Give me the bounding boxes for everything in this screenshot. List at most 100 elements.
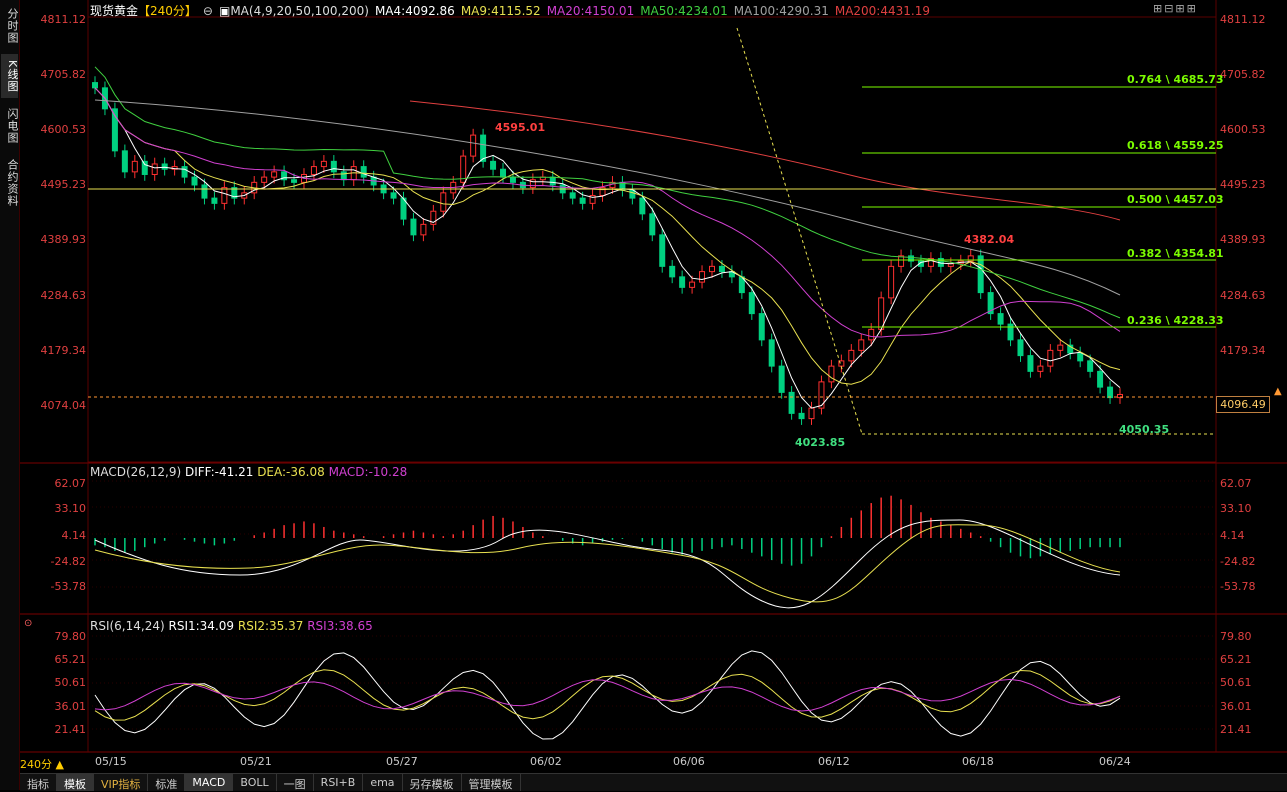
candle-body <box>977 255 984 294</box>
price-axis-label: 50.61 <box>1220 676 1252 689</box>
price-axis-label: 21.41 <box>1220 723 1252 736</box>
price-axis-label: 62.07 <box>1220 477 1252 490</box>
bottom-tab[interactable]: 指标 <box>20 774 57 791</box>
bottom-tab[interactable]: 标准 <box>148 774 186 791</box>
price-axis-label: 4495.23 <box>1220 178 1266 191</box>
rsi-3: RSI3:38.65 <box>307 619 373 633</box>
ma-header: 现货黄金【240分】 ⊖ ▣MA(4,9,20,50,100,200) MA4:409… <box>90 2 942 19</box>
candle-body <box>1027 355 1034 372</box>
candle-body <box>340 171 347 181</box>
bottom-tab[interactable]: VIP指标 <box>94 774 149 791</box>
price-axis-label: 79.80 <box>54 630 87 643</box>
candle-body <box>569 192 576 199</box>
fib-trend-line <box>736 27 863 435</box>
macd-diff-line <box>94 519 1121 609</box>
candle-body <box>659 234 666 267</box>
candle-body <box>490 160 497 170</box>
date-axis-label: 05/15 <box>95 755 127 768</box>
fib-level-label: 0.500 \ 4457.03 <box>1127 193 1224 206</box>
candle-body <box>211 197 218 204</box>
ma200-line <box>409 100 1121 221</box>
candle-body <box>221 187 228 204</box>
price-axis-label: 4705.82 <box>1220 68 1266 81</box>
bottom-tab[interactable]: 模板 <box>57 774 94 791</box>
price-axis-label: 21.41 <box>54 723 87 736</box>
price-axis-label: 4389.93 <box>40 233 87 246</box>
candle-body <box>360 166 367 178</box>
candle-body <box>868 328 875 341</box>
price-axis-label: 50.61 <box>54 676 87 689</box>
bottom-tab[interactable]: ema <box>363 774 403 791</box>
date-axis-label: 06/12 <box>818 755 850 768</box>
low-annotation-1: 4023.85 <box>795 436 846 449</box>
price-axis-label: 4811.12 <box>1220 13 1266 26</box>
chart-canvas[interactable] <box>0 0 1287 790</box>
high-annotation-1: 4595.01 <box>495 121 546 134</box>
candle-body <box>141 160 148 175</box>
price-axis-label: 79.80 <box>1220 630 1252 643</box>
candle-body <box>480 134 487 162</box>
rsi-title: RSI(6,14,24) <box>90 619 165 633</box>
window-tools[interactable]: ⊞⊟⊞⊞ <box>1153 2 1198 15</box>
price-axis-label: -24.82 <box>50 555 86 568</box>
candle-body <box>708 265 715 273</box>
price-axis-label: 65.21 <box>54 653 87 666</box>
period-selector[interactable]: 240分 ▲ <box>20 756 64 772</box>
candle-body <box>549 176 556 186</box>
candle-body <box>320 160 327 168</box>
price-axis-label: 33.10 <box>1220 502 1252 515</box>
circle-icon[interactable]: ⊖ <box>203 4 213 18</box>
candle-body <box>808 407 815 420</box>
candle-body <box>669 265 676 278</box>
ma-settings-icon[interactable]: ▣ <box>219 4 230 18</box>
candle-body <box>888 265 895 299</box>
bottom-tab[interactable]: RSI+B <box>314 774 364 791</box>
candle-body <box>768 339 775 367</box>
candle-body <box>121 150 128 173</box>
last-price-tag: 4096.49 <box>1216 396 1270 413</box>
price-axis-label: 4284.63 <box>1220 289 1266 302</box>
date-axis-label: 06/06 <box>673 755 705 768</box>
candle-body <box>997 313 1004 325</box>
price-axis-label: 4600.53 <box>1220 123 1266 136</box>
bottom-tab[interactable]: MACD <box>185 774 234 791</box>
date-axis-label: 05/27 <box>386 755 418 768</box>
candle-body <box>858 339 865 351</box>
candle-body <box>310 166 317 175</box>
candle-body <box>1007 323 1014 341</box>
bottom-tab[interactable]: 一图 <box>277 774 314 791</box>
rsi-header: RSI(6,14,24) RSI1:34.09 RSI2:35.37 RSI3:… <box>90 619 373 633</box>
price-axis-label: 4.14 <box>61 529 87 542</box>
price-axis-label: -24.82 <box>1220 555 1256 568</box>
macd-diff: DIFF:-41.21 <box>184 465 254 479</box>
price-axis-label: -53.78 <box>50 580 86 593</box>
candle-body <box>1087 360 1094 372</box>
candle-body <box>330 160 337 173</box>
candle-body <box>500 168 507 178</box>
price-axis-label: 4074.04 <box>40 399 87 412</box>
candle-body <box>390 192 397 199</box>
rsi-1: RSI1:34.09 <box>168 619 235 633</box>
bottom-tab[interactable]: 管理模板 <box>462 774 521 791</box>
candle-body <box>410 218 417 236</box>
price-axis-label: 36.01 <box>1220 700 1252 713</box>
candle-body <box>1107 386 1114 399</box>
bottom-tab[interactable]: BOLL <box>233 774 277 791</box>
bottom-tab[interactable]: 另存模板 <box>403 774 462 791</box>
rsi-settings-icon[interactable]: ⊙ <box>24 618 32 629</box>
fib-level-label: 0.382 \ 4354.81 <box>1127 247 1224 260</box>
candle-body <box>191 176 198 186</box>
chart-app: 分时图 K线图 闪电图 合约资料 现货黄金【240分】 ⊖ ▣MA(4,9,20,5… <box>0 0 1287 791</box>
candle-body <box>1037 365 1044 372</box>
price-axis-label: 36.01 <box>54 700 87 713</box>
macd-dea: DEA:-36.08 <box>257 465 325 479</box>
price-axis-label: -53.78 <box>1220 580 1256 593</box>
high-annotation-2: 4382.04 <box>964 233 1015 246</box>
macd-value: MACD:-10.28 <box>328 465 408 479</box>
candle-body <box>579 197 586 204</box>
ma20-line <box>94 87 1121 338</box>
price-axis-label: 4.14 <box>1220 529 1245 542</box>
macd-header: MACD(26,12,9) DIFF:-41.21 DEA:-36.08 MAC… <box>90 465 407 479</box>
fib-level-label: 0.236 \ 4228.33 <box>1127 314 1224 327</box>
candle-body <box>798 412 805 420</box>
